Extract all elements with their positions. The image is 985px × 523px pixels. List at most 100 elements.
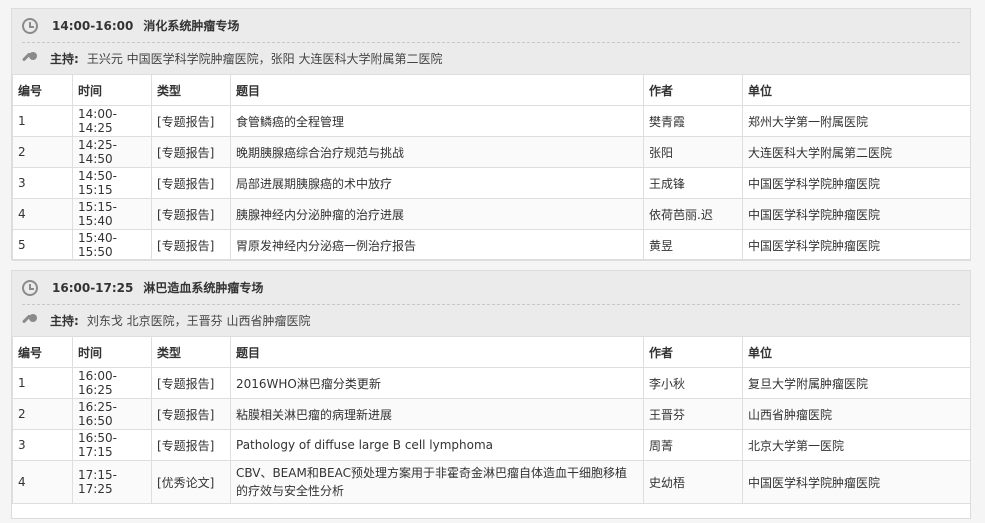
cell-institution: 中国医学科学院肿瘤医院 <box>742 198 971 230</box>
cell-number: 4 <box>12 460 73 504</box>
host-names: 王兴元 中国医学科学院肿瘤医院，张阳 大连医科大学附属第二医院 <box>86 52 443 66</box>
table-row: 4 17:15-17:25 [优秀论文] CBV、BEAM和BEAC预处理方案用… <box>12 460 971 504</box>
cell-number: 1 <box>12 105 73 137</box>
column-header-author: 作者 <box>643 336 743 368</box>
cell-type: [专题报告] <box>151 367 231 399</box>
cell-institution: 山西省肿瘤医院 <box>742 398 971 430</box>
host-label: 主持: <box>50 314 79 328</box>
cell-type: [专题报告] <box>151 167 231 199</box>
cell-topic: 2016WHO淋巴瘤分类更新 <box>230 367 644 399</box>
schedule-table: 编号 时间 类型 题目 作者 单位 1 14:00-14:25 [专题报告] 食… <box>12 74 971 261</box>
cell-time: 14:50-15:15 <box>72 167 152 199</box>
session-name: 淋巴造血系统肿瘤专场 <box>143 281 264 295</box>
session-card: 14:00-16:00 消化系统肿瘤专场 主持: 王兴元 中国医学科学院肿瘤医院… <box>11 8 971 261</box>
session-host-row: 主持: 刘东戈 北京医院，王晋芬 山西省肿瘤医院 <box>22 305 960 336</box>
cell-number: 3 <box>12 429 73 461</box>
cell-author: 依荷芭丽.迟 <box>643 198 743 230</box>
cell-author: 黄昱 <box>643 229 743 261</box>
cell-time: 16:25-16:50 <box>72 398 152 430</box>
table-row: 4 15:15-15:40 [专题报告] 胰腺神经内分泌肿瘤的治疗进展 依荷芭丽… <box>12 198 971 230</box>
table-row: 3 14:50-15:15 [专题报告] 局部进展期胰腺癌的术中放疗 王成锋 中… <box>12 167 971 199</box>
cell-time: 16:00-16:25 <box>72 367 152 399</box>
session-header: 14:00-16:00 消化系统肿瘤专场 主持: 王兴元 中国医学科学院肿瘤医院… <box>12 9 970 74</box>
table-row: 3 16:50-17:15 [专题报告] Pathology of diffus… <box>12 429 971 461</box>
column-header-type: 类型 <box>151 74 231 106</box>
host-names: 刘东戈 北京医院，王晋芬 山西省肿瘤医院 <box>86 314 311 328</box>
clock-icon <box>22 279 38 296</box>
session-time: 16:00-17:25 <box>52 280 134 295</box>
cell-number: 1 <box>12 367 73 399</box>
cell-author: 周菁 <box>643 429 743 461</box>
cell-topic: 局部进展期胰腺癌的术中放疗 <box>230 167 644 199</box>
session-time: 14:00-16:00 <box>52 18 134 33</box>
microphone-icon <box>22 313 38 329</box>
table-header-row: 编号 时间 类型 题目 作者 单位 <box>12 74 971 106</box>
cell-author: 王成锋 <box>643 167 743 199</box>
cell-time: 15:15-15:40 <box>72 198 152 230</box>
cell-type: [专题报告] <box>151 229 231 261</box>
cell-number: 2 <box>12 398 73 430</box>
cell-type: [专题报告] <box>151 429 231 461</box>
table-row: 2 16:25-16:50 [专题报告] 粘膜相关淋巴瘤的病理新进展 王晋芬 山… <box>12 398 971 430</box>
cell-institution: 中国医学科学院肿瘤医院 <box>742 460 971 504</box>
cell-institution: 中国医学科学院肿瘤医院 <box>742 167 971 199</box>
column-header-institution: 单位 <box>742 336 971 368</box>
cell-number: 3 <box>12 167 73 199</box>
agenda-page: 14:00-16:00 消化系统肿瘤专场 主持: 王兴元 中国医学科学院肿瘤医院… <box>0 0 985 523</box>
cell-number: 5 <box>12 229 73 261</box>
cell-time: 17:15-17:25 <box>72 460 152 504</box>
cell-time: 14:25-14:50 <box>72 136 152 168</box>
cell-institution: 郑州大学第一附属医院 <box>742 105 971 137</box>
cell-time: 14:00-14:25 <box>72 105 152 137</box>
cell-topic: Pathology of diffuse large B cell lympho… <box>230 429 644 461</box>
cell-author: 李小秋 <box>643 367 743 399</box>
cell-institution: 复旦大学附属肿瘤医院 <box>742 367 971 399</box>
cell-type: [专题报告] <box>151 105 231 137</box>
host-label: 主持: <box>50 52 79 66</box>
cell-author: 张阳 <box>643 136 743 168</box>
column-header-time: 时间 <box>72 74 152 106</box>
cell-type: [专题报告] <box>151 136 231 168</box>
cell-topic: 胰腺神经内分泌肿瘤的治疗进展 <box>230 198 644 230</box>
column-header-topic: 题目 <box>230 336 644 368</box>
cell-type: [优秀论文] <box>151 460 231 504</box>
cell-time: 15:40-15:50 <box>72 229 152 261</box>
session-host-row: 主持: 王兴元 中国医学科学院肿瘤医院，张阳 大连医科大学附属第二医院 <box>22 43 960 74</box>
table-row: 1 14:00-14:25 [专题报告] 食管鳞癌的全程管理 樊青霞 郑州大学第… <box>12 105 971 137</box>
column-header-institution: 单位 <box>742 74 971 106</box>
cell-topic: 食管鳞癌的全程管理 <box>230 105 644 137</box>
cell-number: 4 <box>12 198 73 230</box>
cell-type: [专题报告] <box>151 198 231 230</box>
cell-topic: 胃原发神经内分泌癌一例治疗报告 <box>230 229 644 261</box>
column-header-author: 作者 <box>643 74 743 106</box>
cell-institution: 大连医科大学附属第二医院 <box>742 136 971 168</box>
column-header-type: 类型 <box>151 336 231 368</box>
cell-time: 16:50-17:15 <box>72 429 152 461</box>
cell-topic: 晚期胰腺癌综合治疗规范与挑战 <box>230 136 644 168</box>
cell-institution: 中国医学科学院肿瘤医院 <box>742 229 971 261</box>
schedule-table: 编号 时间 类型 题目 作者 单位 1 16:00-16:25 [专题报告] 2… <box>12 336 971 504</box>
table-row: 1 16:00-16:25 [专题报告] 2016WHO淋巴瘤分类更新 李小秋 … <box>12 367 971 399</box>
column-header-number: 编号 <box>12 74 73 106</box>
cell-institution: 北京大学第一医院 <box>742 429 971 461</box>
session-header: 16:00-17:25 淋巴造血系统肿瘤专场 主持: 刘东戈 北京医院，王晋芬 … <box>12 271 970 336</box>
cell-topic: 粘膜相关淋巴瘤的病理新进展 <box>230 398 644 430</box>
cell-author: 史幼梧 <box>643 460 743 504</box>
microphone-icon <box>22 51 38 67</box>
column-header-time: 时间 <box>72 336 152 368</box>
session-name: 消化系统肿瘤专场 <box>143 19 240 33</box>
table-row: 5 15:40-15:50 [专题报告] 胃原发神经内分泌癌一例治疗报告 黄昱 … <box>12 229 971 261</box>
cell-number: 2 <box>12 136 73 168</box>
session-title-row: 14:00-16:00 消化系统肿瘤专场 <box>22 9 960 42</box>
cell-type: [专题报告] <box>151 398 231 430</box>
column-header-number: 编号 <box>12 336 73 368</box>
table-row: 2 14:25-14:50 [专题报告] 晚期胰腺癌综合治疗规范与挑战 张阳 大… <box>12 136 971 168</box>
cell-topic: CBV、BEAM和BEAC预处理方案用于非霍奇金淋巴瘤自体造血干细胞移植的疗效与… <box>230 460 644 504</box>
clock-icon <box>22 17 38 34</box>
column-header-topic: 题目 <box>230 74 644 106</box>
session-title-row: 16:00-17:25 淋巴造血系统肿瘤专场 <box>22 271 960 304</box>
session-card: 16:00-17:25 淋巴造血系统肿瘤专场 主持: 刘东戈 北京医院，王晋芬 … <box>11 270 971 519</box>
cell-author: 王晋芬 <box>643 398 743 430</box>
table-header-row: 编号 时间 类型 题目 作者 单位 <box>12 336 971 368</box>
cell-author: 樊青霞 <box>643 105 743 137</box>
